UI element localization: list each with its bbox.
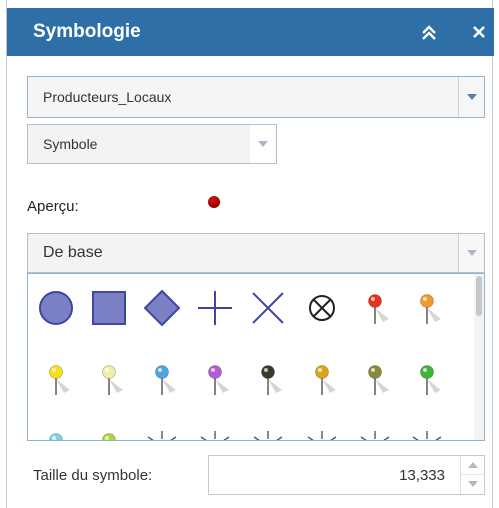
scrollbar-thumb[interactable]: [476, 276, 482, 316]
chevron-down-icon[interactable]: [458, 77, 484, 117]
symbol-category-value: De base: [43, 244, 103, 261]
symbol-option-pin-orange[interactable]: [407, 288, 447, 328]
spin-up-button[interactable]: [461, 456, 485, 475]
symbol-option-x[interactable]: [248, 288, 288, 328]
layer-select[interactable]: Producteurs_Locaux: [27, 76, 485, 118]
symbol-option-circle[interactable]: [36, 288, 76, 328]
symbol-option-square[interactable]: [89, 288, 129, 328]
symbol-option-pin-yellow[interactable]: [36, 359, 76, 399]
layer-select-value: Producteurs_Locaux: [43, 89, 172, 105]
symbol-option-sun[interactable]: [302, 427, 342, 440]
chevron-down-icon[interactable]: [458, 234, 484, 272]
symbol-option-circle-x[interactable]: [302, 288, 342, 328]
symbol-option-sun[interactable]: [248, 427, 288, 440]
size-spinner: [460, 456, 485, 494]
symbol-option-pin-purple[interactable]: [195, 359, 235, 399]
close-icon[interactable]: [470, 23, 488, 41]
chevron-down-icon[interactable]: [250, 125, 276, 163]
symbol-option-pin-gold[interactable]: [302, 359, 342, 399]
symbol-gallery: [27, 273, 485, 441]
symbol-option-sun[interactable]: [142, 427, 182, 440]
symbol-option-pin-teal[interactable]: [36, 427, 76, 440]
panel-title: Symbologie: [33, 21, 141, 42]
spin-down-button[interactable]: [461, 475, 485, 494]
panel-header: Symbologie: [7, 8, 494, 56]
symbol-option-pin-lime[interactable]: [89, 427, 129, 440]
symbol-grid: [28, 274, 474, 440]
symbol-option-pin-red[interactable]: [355, 288, 395, 328]
symbol-category-select[interactable]: De base: [27, 233, 485, 273]
symbol-option-sun[interactable]: [195, 427, 235, 440]
preview-label: Aperçu:: [27, 198, 79, 215]
preview-symbol: [208, 196, 220, 208]
symbol-option-sun[interactable]: [407, 427, 447, 440]
symbology-panel: Symbologie Producteurs_Locaux Symbole Ap…: [6, 0, 494, 508]
symbol-type-select[interactable]: Symbole: [27, 124, 277, 164]
symbol-type-value: Symbole: [43, 136, 98, 152]
symbol-option-sun[interactable]: [355, 427, 395, 440]
symbol-option-pin-blue[interactable]: [142, 359, 182, 399]
symbol-size-label: Taille du symbole:: [33, 467, 153, 484]
symbol-option-pin-pale-yellow[interactable]: [89, 359, 129, 399]
symbol-option-pin-green[interactable]: [407, 359, 447, 399]
gallery-scrollbar[interactable]: [474, 274, 484, 440]
symbol-option-pin-black[interactable]: [248, 359, 288, 399]
symbol-option-diamond[interactable]: [142, 288, 182, 328]
symbol-option-pin-olive[interactable]: [355, 359, 395, 399]
symbol-size-input[interactable]: [209, 456, 459, 494]
symbol-size-field: [208, 455, 485, 495]
symbol-option-cross[interactable]: [195, 288, 235, 328]
double-chevron-up-icon[interactable]: [420, 24, 438, 42]
